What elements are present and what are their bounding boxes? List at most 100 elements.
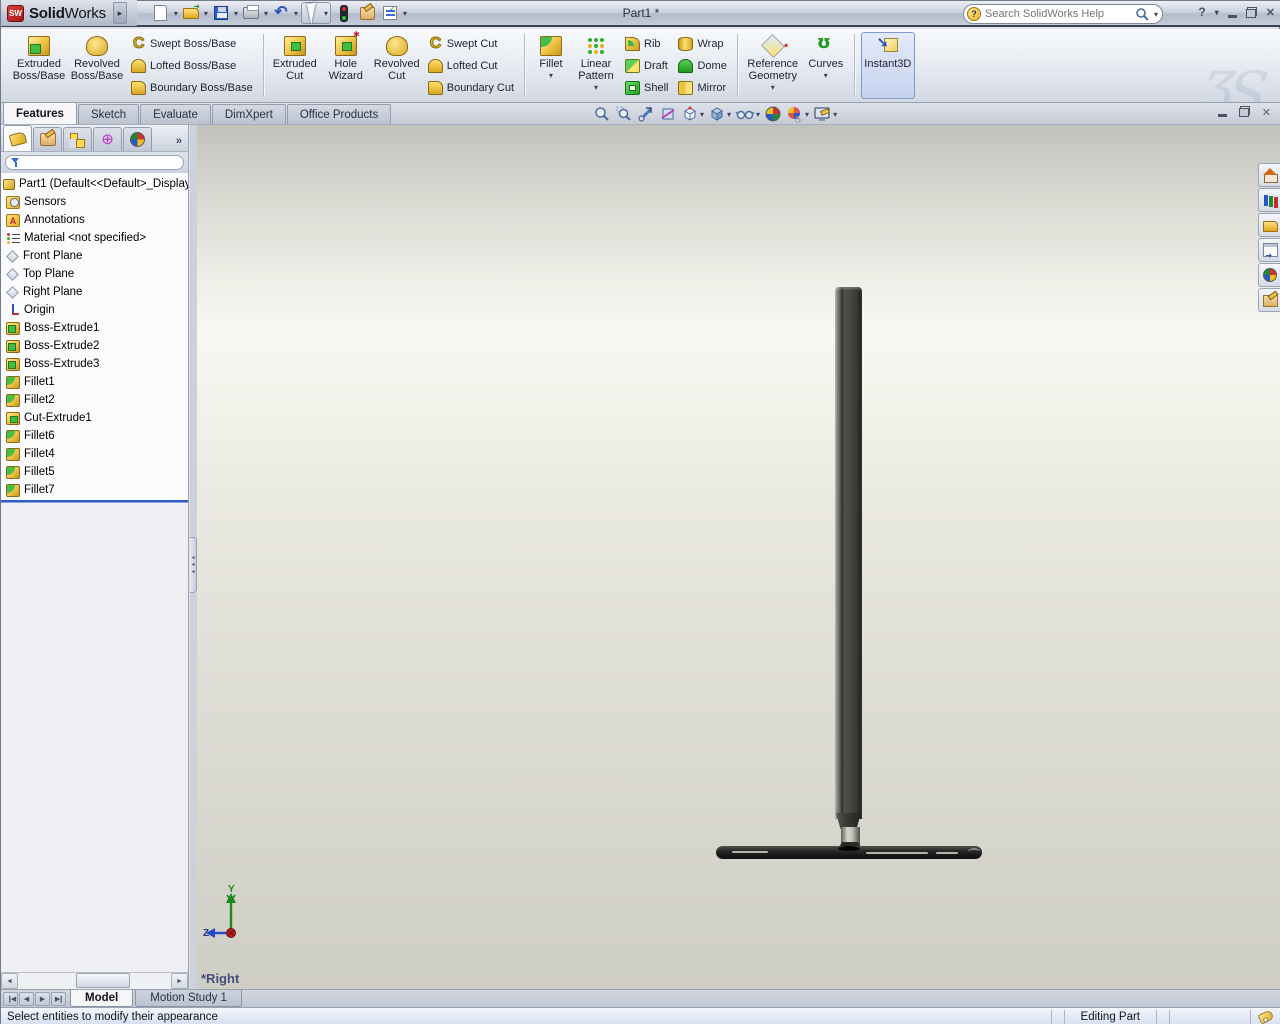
extruded-cut-button[interactable]: Extruded Cut bbox=[270, 32, 320, 99]
lofted-boss-button[interactable]: Lofted Boss/Base bbox=[127, 55, 257, 76]
first-tab-button[interactable] bbox=[3, 991, 18, 1006]
tag-icon[interactable] bbox=[1257, 1009, 1275, 1024]
doc-restore-button[interactable] bbox=[1238, 106, 1250, 117]
open-caret-icon[interactable] bbox=[204, 7, 208, 19]
last-tab-button[interactable] bbox=[51, 991, 66, 1006]
tree-filter-input[interactable] bbox=[5, 155, 184, 170]
tree-item-front-plane[interactable]: Front Plane bbox=[1, 247, 188, 265]
help-button[interactable] bbox=[1198, 5, 1205, 19]
search-input[interactable] bbox=[985, 8, 1131, 20]
dome-button[interactable]: Dome bbox=[674, 55, 730, 76]
motion-study-tab[interactable]: Motion Study 1 bbox=[135, 990, 242, 1007]
scroll-thumb[interactable] bbox=[76, 973, 130, 988]
tree-item-fillet7[interactable]: Fillet7 bbox=[1, 481, 188, 499]
boundary-cut-button[interactable]: Boundary Cut bbox=[424, 77, 518, 98]
panel-more-chevron-icon[interactable] bbox=[176, 135, 186, 151]
panel-horizontal-scrollbar[interactable] bbox=[1, 972, 188, 989]
tree-item-boss-extrude3[interactable]: Boss-Extrude3 bbox=[1, 355, 188, 373]
revolved-cut-button[interactable]: Revolved Cut bbox=[372, 32, 422, 99]
swept-boss-button[interactable]: Swept Boss/Base bbox=[127, 33, 257, 54]
zoom-to-fit-button[interactable] bbox=[593, 105, 611, 123]
lofted-cut-button[interactable]: Lofted Cut bbox=[424, 55, 518, 76]
options-button[interactable] bbox=[380, 3, 400, 23]
select-caret-icon[interactable] bbox=[324, 7, 328, 19]
view-settings-caret-icon[interactable] bbox=[833, 108, 837, 120]
view-orientation-caret-icon[interactable] bbox=[700, 108, 704, 120]
help-search-box[interactable] bbox=[963, 4, 1163, 24]
tree-item-fillet6[interactable]: Fillet6 bbox=[1, 427, 188, 445]
apply-scene-caret-icon[interactable] bbox=[805, 108, 809, 120]
scroll-track[interactable] bbox=[18, 973, 171, 989]
appearances-scenes-tab[interactable] bbox=[1258, 263, 1280, 287]
previous-tab-button[interactable] bbox=[19, 991, 34, 1006]
tab-evaluate[interactable]: Evaluate bbox=[140, 104, 211, 124]
tree-item-fillet4[interactable]: Fillet4 bbox=[1, 445, 188, 463]
section-view-button[interactable] bbox=[659, 105, 677, 123]
tree-item-boss-extrude2[interactable]: Boss-Extrude2 bbox=[1, 337, 188, 355]
edit-appearance-button[interactable] bbox=[764, 105, 782, 123]
open-button[interactable] bbox=[181, 2, 201, 23]
wrap-button[interactable]: Wrap bbox=[674, 33, 730, 54]
tab-dimxpert[interactable]: DimXpert bbox=[211, 104, 286, 124]
tree-item-right-plane[interactable]: Right Plane bbox=[1, 283, 188, 301]
shell-button[interactable]: Shell bbox=[621, 77, 672, 98]
tab-office-products[interactable]: Office Products bbox=[286, 104, 392, 124]
reference-geometry-caret-icon[interactable] bbox=[771, 84, 775, 92]
draft-button[interactable]: Draft bbox=[621, 55, 672, 76]
menu-expand-chevron[interactable]: ▸ bbox=[112, 2, 127, 24]
restore-button[interactable] bbox=[1245, 6, 1257, 18]
tree-item-fillet5[interactable]: Fillet5 bbox=[1, 463, 188, 481]
doc-minimize-button[interactable] bbox=[1218, 106, 1227, 119]
zoom-to-area-button[interactable] bbox=[615, 105, 633, 123]
fillet-caret-icon[interactable] bbox=[549, 72, 553, 80]
search-icon[interactable] bbox=[1135, 7, 1150, 22]
hole-wizard-button[interactable]: Hole Wizard bbox=[322, 30, 370, 99]
close-button[interactable] bbox=[1266, 6, 1275, 19]
scroll-right-button[interactable] bbox=[171, 973, 188, 989]
display-style-button[interactable] bbox=[708, 105, 731, 123]
new-document-button[interactable] bbox=[151, 3, 171, 23]
graphics-viewport[interactable]: Y Z *Right bbox=[197, 125, 1280, 989]
file-properties-button[interactable] bbox=[357, 3, 377, 23]
select-tool-group[interactable] bbox=[300, 1, 331, 25]
linear-pattern-caret-icon[interactable] bbox=[594, 84, 598, 92]
view-settings-button[interactable] bbox=[813, 105, 837, 123]
tree-item-origin[interactable]: Origin bbox=[1, 301, 188, 319]
view-orientation-button[interactable] bbox=[681, 105, 704, 123]
print-caret-icon[interactable] bbox=[264, 7, 268, 19]
rib-button[interactable]: Rib bbox=[621, 33, 672, 54]
splitter-collapse-handle[interactable] bbox=[190, 537, 197, 593]
previous-view-button[interactable] bbox=[637, 105, 655, 123]
tab-sketch[interactable]: Sketch bbox=[77, 104, 140, 124]
file-explorer-tab[interactable] bbox=[1258, 213, 1280, 237]
apply-scene-button[interactable] bbox=[786, 105, 809, 123]
tree-item-fillet2[interactable]: Fillet2 bbox=[1, 391, 188, 409]
rebuild-button[interactable] bbox=[334, 3, 354, 23]
curves-button[interactable]: Curves bbox=[804, 32, 848, 99]
fillet-button[interactable]: Fillet bbox=[531, 32, 571, 99]
revolved-boss-button[interactable]: Revolved Boss/Base bbox=[69, 32, 125, 99]
tree-item-top-plane[interactable]: Top Plane bbox=[1, 265, 188, 283]
model-monitor-slab[interactable] bbox=[835, 287, 862, 819]
linear-pattern-button[interactable]: Linear Pattern bbox=[573, 32, 619, 99]
configurationmanager-tab[interactable] bbox=[63, 127, 92, 151]
next-tab-button[interactable] bbox=[35, 991, 50, 1006]
tree-item-material[interactable]: Material <not specified> bbox=[1, 229, 188, 247]
extruded-boss-button[interactable]: Extruded Boss/Base bbox=[11, 32, 67, 99]
hide-show-caret-icon[interactable] bbox=[756, 108, 760, 120]
tree-item-fillet1[interactable]: Fillet1 bbox=[1, 373, 188, 391]
featuremanager-tab[interactable] bbox=[3, 125, 32, 151]
reference-geometry-button[interactable]: Reference Geometry bbox=[744, 32, 802, 99]
scroll-left-button[interactable] bbox=[1, 973, 18, 989]
tree-item-cut-extrude1[interactable]: Cut-Extrude1 bbox=[1, 409, 188, 427]
save-button[interactable] bbox=[211, 3, 231, 23]
new-caret-icon[interactable] bbox=[174, 7, 178, 19]
hide-show-items-button[interactable] bbox=[735, 105, 760, 123]
tree-item-annotations[interactable]: Annotations bbox=[1, 211, 188, 229]
minimize-button[interactable] bbox=[1228, 7, 1237, 18]
dimxpertmanager-tab[interactable] bbox=[93, 127, 122, 151]
doc-close-button[interactable] bbox=[1262, 106, 1271, 119]
save-caret-icon[interactable] bbox=[234, 7, 238, 19]
tree-item-boss-extrude1[interactable]: Boss-Extrude1 bbox=[1, 319, 188, 337]
custom-properties-tab[interactable] bbox=[1258, 288, 1280, 312]
